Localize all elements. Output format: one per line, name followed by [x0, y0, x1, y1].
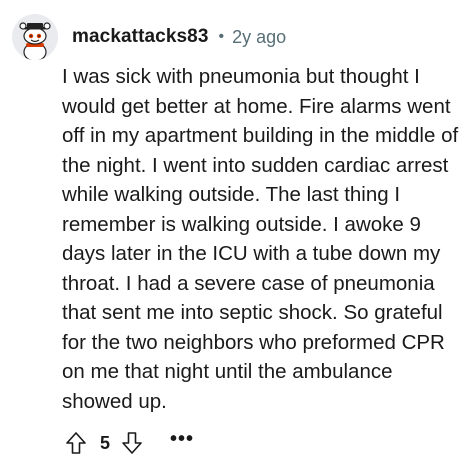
downvote-arrow-icon[interactable] [120, 430, 144, 456]
more-options-button[interactable]: ••• [170, 429, 194, 457]
meta-separator: • [218, 28, 225, 45]
comment-header: mackattacks83 • 2y ago [12, 12, 462, 62]
comment-body: I was sick with pneumonia but thought I … [62, 65, 459, 413]
comment-actions: 5 ••• [64, 426, 194, 460]
username-link[interactable]: mackattacks83 [72, 26, 209, 48]
snoo-avatar-icon [19, 22, 51, 60]
vote-count: 5 [100, 432, 111, 453]
comment-age: 2y ago [232, 26, 287, 47]
upvote-arrow-icon[interactable] [64, 430, 88, 456]
user-avatar[interactable] [12, 14, 58, 60]
